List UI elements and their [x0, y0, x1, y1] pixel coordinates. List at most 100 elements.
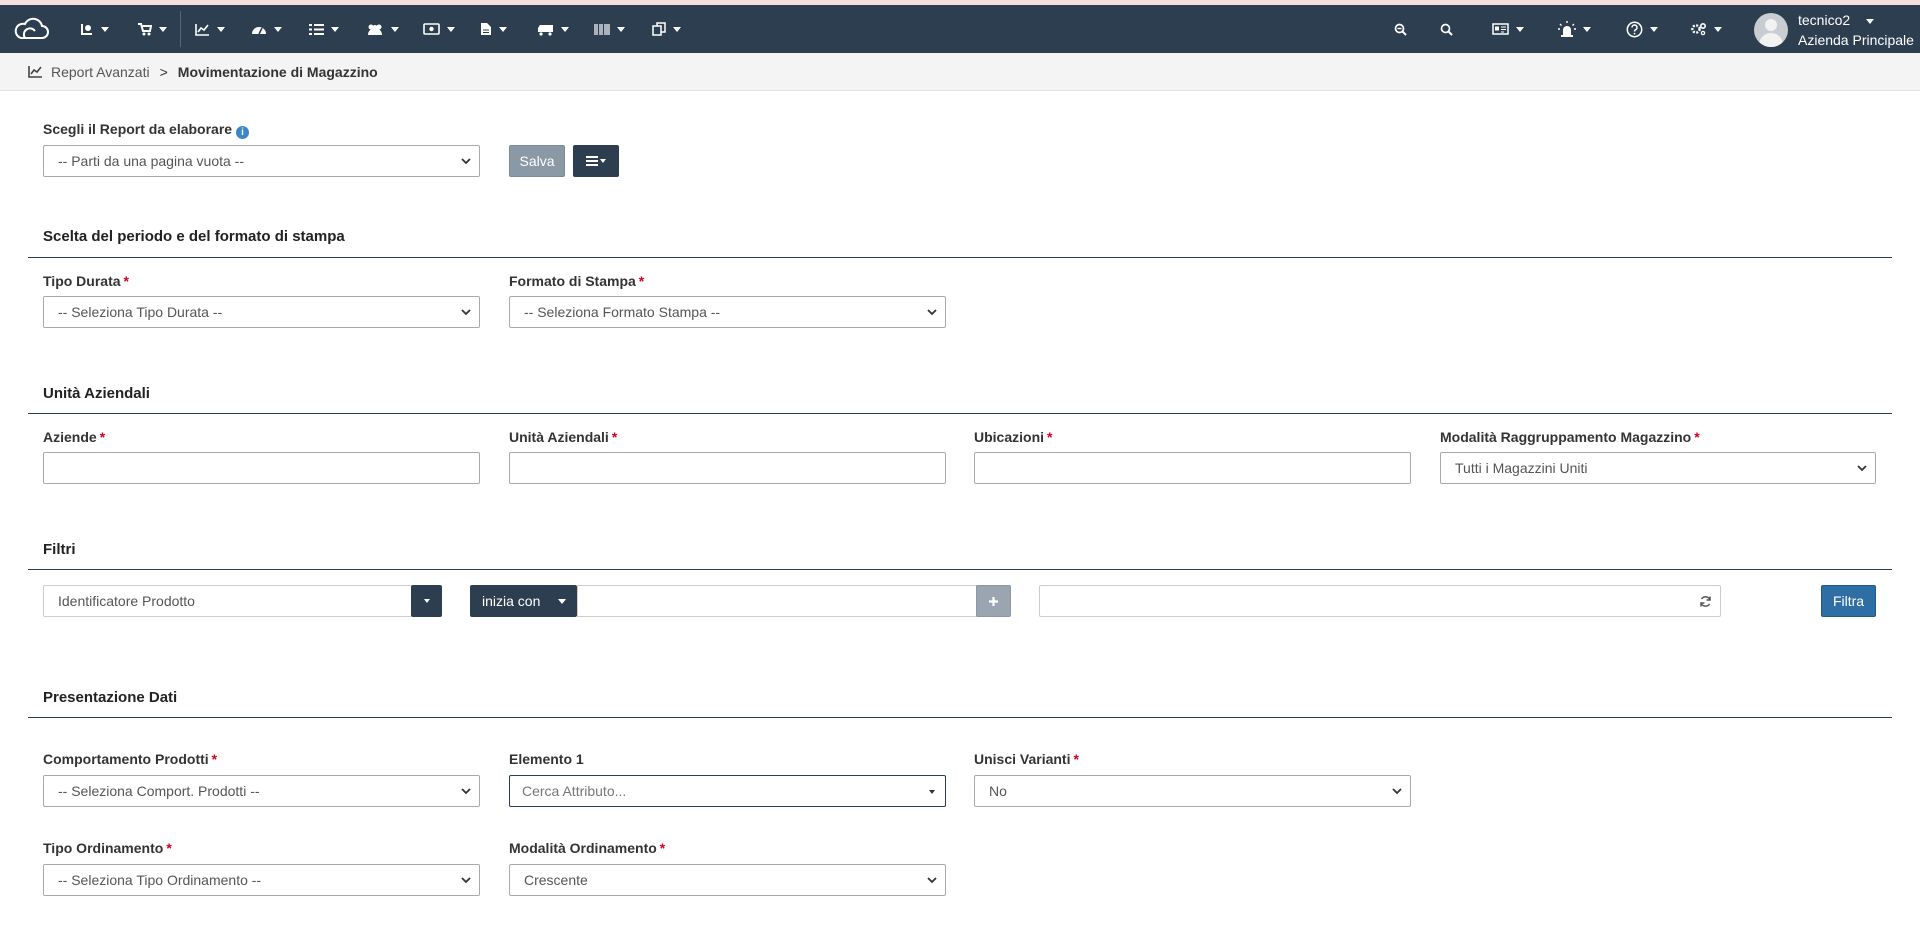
active-filters-field[interactable]	[1039, 585, 1721, 617]
grouping-select[interactable]: Tutti i Magazzini Uniti	[1440, 452, 1876, 484]
merge-label: Unisci Varianti *	[974, 751, 1079, 767]
report-select-value: -- Parti da una pagina vuota --	[58, 153, 244, 169]
locations-label: Ubicazioni *	[974, 429, 1052, 445]
duration-select[interactable]: -- Seleziona Tipo Durata --	[43, 296, 480, 328]
element-label-text: Elemento 1	[509, 751, 584, 767]
required-marker: *	[659, 840, 666, 856]
chevron-down-icon	[1857, 465, 1867, 472]
help-icon	[1626, 21, 1643, 37]
element-label: Elemento 1	[509, 751, 584, 767]
sort-type-value: -- Seleziona Tipo Ordinamento --	[58, 872, 262, 888]
refresh-icon[interactable]	[1699, 595, 1712, 608]
nav-sales-menu[interactable]	[80, 5, 109, 53]
sort-type-select[interactable]: -- Seleziona Tipo Ordinamento --	[43, 864, 480, 896]
section-divider	[28, 717, 1892, 718]
report-select[interactable]: -- Parti da una pagina vuota --	[43, 145, 480, 177]
breadcrumb-current: Movimentazione di Magazzino	[177, 63, 378, 80]
hand-coins-icon	[81, 24, 92, 35]
filter-field-select[interactable]: Identificatore Prodotto	[43, 585, 412, 617]
required-marker: *	[638, 273, 645, 289]
sort-mode-label: Modalità Ordinamento *	[509, 840, 665, 856]
nav-registry-menu[interactable]	[1492, 5, 1524, 53]
search-button[interactable]	[1440, 5, 1453, 53]
breadcrumb-parent-label[interactable]: Report Avanzati	[51, 64, 150, 80]
format-select-value: -- Seleziona Formato Stampa --	[524, 304, 721, 320]
chevron-down-icon	[1392, 788, 1402, 795]
filter-button[interactable]: Filtra	[1821, 585, 1876, 617]
caret-down-icon	[600, 159, 606, 163]
companies-label-text: Aziende	[43, 429, 97, 445]
nav-tools-menu[interactable]	[652, 5, 681, 53]
grouping-label-text: Modalità Raggruppamento Magazzino	[1440, 429, 1692, 445]
section-divider	[28, 413, 1892, 414]
behavior-label-text: Comportamento Prodotti	[43, 751, 209, 767]
section-divider	[28, 569, 1892, 570]
merge-variants-select[interactable]: No	[974, 775, 1411, 807]
filter-field-value: Identificatore Prodotto	[58, 593, 195, 609]
nav-documents-menu[interactable]	[480, 5, 507, 53]
user-menu-caret-icon[interactable]	[1866, 19, 1874, 24]
required-marker: *	[166, 840, 172, 856]
behavior-select[interactable]: -- Seleziona Comport. Prodotti --	[43, 775, 480, 807]
add-filter-button[interactable]	[976, 585, 1011, 617]
section-title-units: Unità Aziendali	[43, 385, 150, 402]
nav-lists-menu[interactable]	[309, 5, 339, 53]
required-marker: *	[211, 751, 218, 767]
grouping-label: Modalità Raggruppamento Magazzino *	[1440, 429, 1700, 445]
companies-label: Aziende *	[43, 429, 105, 445]
alarm-icon	[1558, 21, 1576, 37]
clone-icon	[652, 22, 666, 36]
nav-users-menu[interactable]	[366, 5, 399, 53]
format-select[interactable]: -- Seleziona Formato Stampa --	[509, 296, 946, 328]
avatar[interactable]	[1754, 13, 1788, 47]
dashboard-icon	[252, 26, 266, 34]
nav-cart-menu[interactable]	[137, 5, 167, 53]
units-label-text: Unità Aziendali	[509, 429, 609, 445]
nav-cash-menu[interactable]	[423, 5, 455, 53]
required-marker: *	[611, 429, 618, 445]
nav-separator	[180, 11, 181, 47]
nav-dashboard-menu[interactable]	[251, 5, 282, 53]
nav-alerts-menu[interactable]	[1558, 5, 1591, 53]
sort-type-label-text: Tipo Ordinamento	[43, 840, 164, 856]
required-marker: *	[123, 273, 129, 289]
list-icon	[309, 23, 324, 35]
bars-icon	[586, 156, 598, 166]
section-title-filters: Filtri	[43, 541, 76, 558]
filter-field-dropdown-button[interactable]	[411, 585, 442, 617]
sort-mode-label-text: Modalità Ordinamento	[509, 840, 657, 856]
grouping-select-value: Tutti i Magazzini Uniti	[1455, 460, 1588, 476]
users-icon	[368, 24, 382, 35]
save-button[interactable]: Salva	[509, 145, 565, 177]
chevron-down-icon	[461, 877, 471, 884]
caret-down-icon	[558, 598, 567, 604]
sort-mode-select[interactable]: Crescente	[509, 864, 946, 896]
file-icon	[481, 23, 491, 35]
settings-icon	[1691, 22, 1707, 36]
breadcrumb-link-reports[interactable]: Report Avanzati	[28, 64, 150, 80]
cloud-logo[interactable]	[12, 5, 50, 53]
locations-field[interactable]	[974, 452, 1411, 484]
element-attribute-select[interactable]: Cerca Attributo...	[509, 775, 946, 807]
info-icon[interactable]: i	[236, 126, 250, 139]
breadcrumb-separator: >	[159, 63, 168, 80]
user-name[interactable]: tecnico2	[1798, 12, 1850, 28]
truck-icon	[538, 24, 553, 36]
companies-field[interactable]	[43, 452, 480, 484]
report-options-button[interactable]	[573, 145, 619, 177]
nav-shipping-menu[interactable]	[537, 5, 569, 53]
nav-help-menu[interactable]	[1626, 5, 1658, 53]
units-field[interactable]	[509, 452, 946, 484]
filter-value-input[interactable]	[577, 585, 977, 617]
element-attribute-placeholder: Cerca Attributo...	[522, 783, 627, 799]
chevron-down-icon	[927, 309, 937, 316]
barcode-icon	[594, 23, 610, 35]
nav-barcode-menu[interactable]	[594, 5, 625, 53]
nav-settings-menu[interactable]	[1690, 5, 1722, 53]
nav-reports-menu[interactable]	[195, 5, 225, 53]
section-divider	[28, 257, 1892, 258]
user-company[interactable]: Azienda Principale	[1798, 32, 1914, 48]
zoom-out-button[interactable]	[1394, 5, 1407, 53]
money-icon	[423, 23, 440, 35]
filter-operator-dropdown[interactable]: inizia con	[470, 585, 577, 617]
